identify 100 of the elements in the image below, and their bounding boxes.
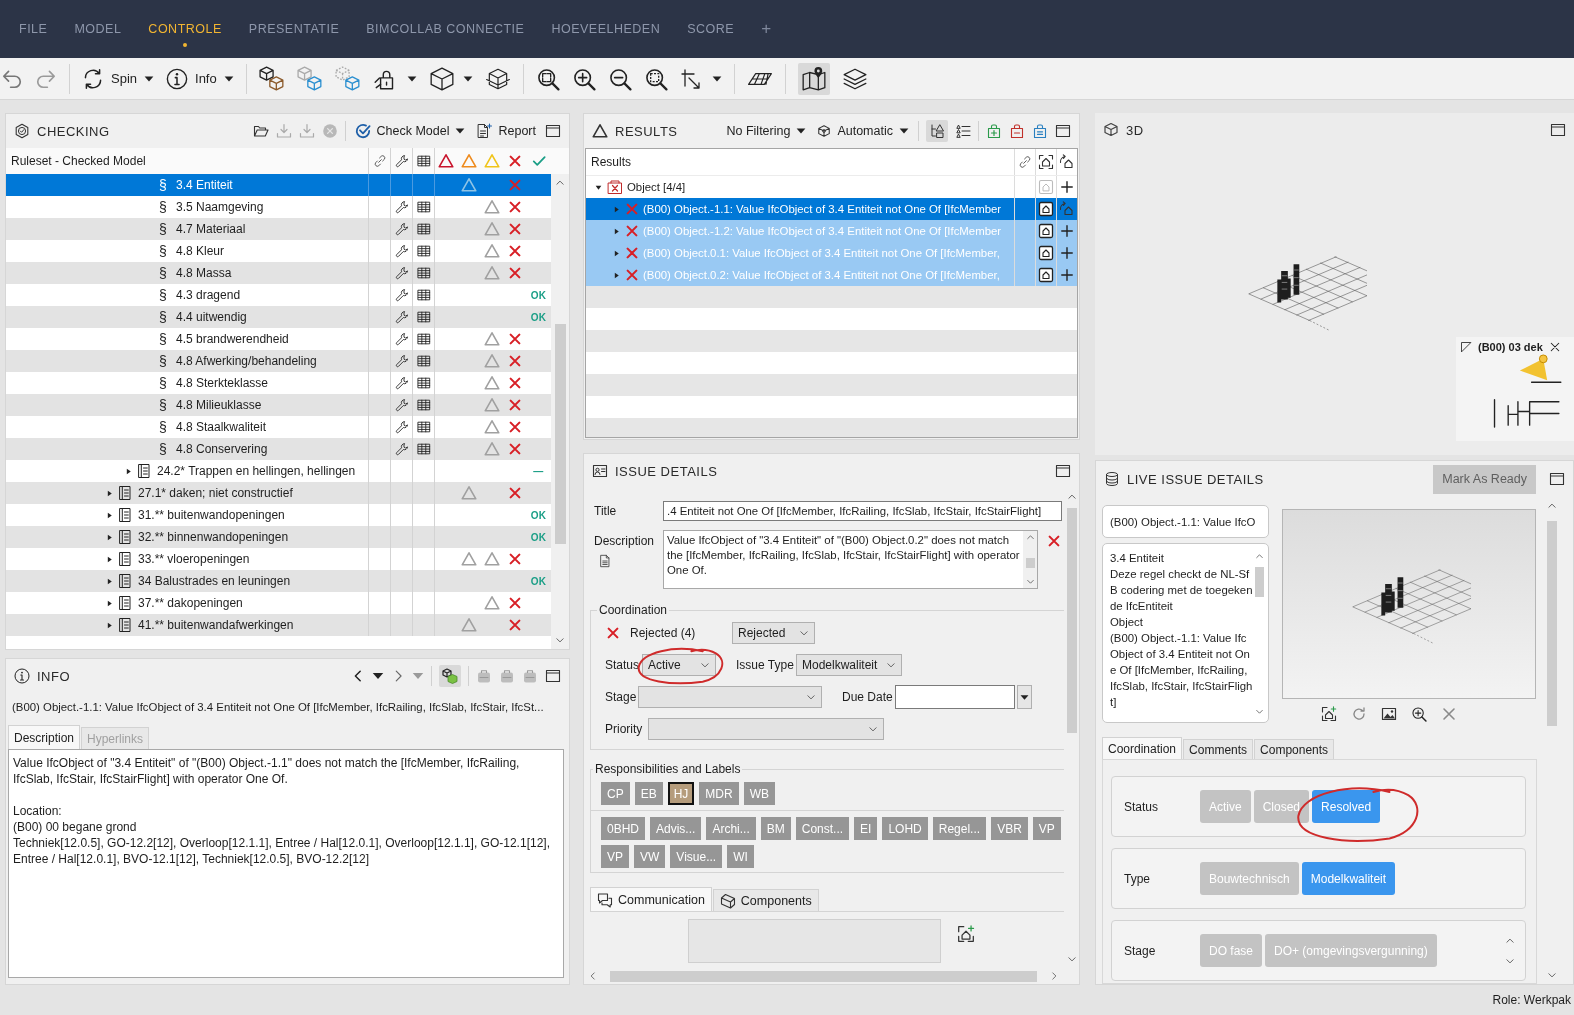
tab[interactable]: Communication <box>590 887 712 911</box>
table-icon[interactable] <box>416 222 431 236</box>
expand-arrow-icon[interactable] <box>612 226 621 236</box>
chevron-down-icon[interactable] <box>555 635 565 645</box>
title-field[interactable]: .4 Entiteit not One Of [IfcMember, IfcRailing, IfcSlab, IfcStair, IfcStairFlight] <box>663 501 1062 521</box>
chevron-right-icon[interactable] <box>1049 971 1059 981</box>
minimap[interactable]: (B00) 03 dek <box>1456 337 1574 441</box>
table-icon[interactable] <box>416 266 431 280</box>
filter-dropdown[interactable]: No Filtering <box>724 124 809 138</box>
cube-icon[interactable] <box>428 65 455 92</box>
table-icon[interactable] <box>416 398 431 412</box>
bag-plus-icon[interactable] <box>986 123 1002 139</box>
tree-row[interactable]: 27.1* daken; niet constructief <box>6 482 551 504</box>
wrench-icon[interactable] <box>394 222 409 236</box>
tree-row[interactable]: (B00) Object.-1.1: Value IfcObject of 3.4 Entiteit not One Of [IfcMember <box>586 198 1077 220</box>
table-icon[interactable] <box>416 332 431 346</box>
spin-button[interactable]: Spin <box>82 67 155 90</box>
table-icon[interactable] <box>416 200 431 214</box>
maximize-icon[interactable] <box>1550 122 1566 138</box>
link-icon[interactable] <box>372 154 387 168</box>
chevron-down-icon[interactable] <box>1254 707 1264 716</box>
maximize-icon[interactable] <box>1549 471 1565 487</box>
camera-plus-icon[interactable] <box>1321 706 1337 722</box>
camera-house-icon[interactable] <box>1038 154 1054 170</box>
wrench-icon[interactable] <box>394 354 409 368</box>
image-icon[interactable] <box>1381 706 1397 722</box>
menu-tab[interactable]: HOEVEELHEDEN <box>551 22 661 37</box>
menu-tab[interactable]: FILE <box>19 22 48 37</box>
tree-row[interactable]: § 4.8 Massa <box>6 262 551 284</box>
check-model-button[interactable]: Check Model <box>352 123 468 139</box>
zoom-selection-icon[interactable] <box>643 66 668 91</box>
wrench-icon[interactable] <box>394 200 409 214</box>
wrench-icon[interactable] <box>394 376 409 390</box>
table-icon[interactable] <box>416 244 431 258</box>
comment-field[interactable] <box>688 919 941 963</box>
issue-type-dropdown[interactable]: Modelkwaliteit <box>796 654 902 676</box>
cubes-icon[interactable] <box>439 665 461 687</box>
maximize-icon[interactable] <box>1055 123 1071 139</box>
table-icon[interactable] <box>416 310 431 324</box>
scrollbar[interactable] <box>551 174 569 649</box>
table-icon[interactable] <box>416 288 431 302</box>
tree-view-icon[interactable] <box>926 120 948 142</box>
add-tab-button[interactable]: + <box>761 22 772 36</box>
plus-icon[interactable] <box>1060 246 1074 260</box>
tree-row[interactable]: § 4.8 Milieuklasse <box>6 394 551 416</box>
description-field[interactable]: Value IfcObject of "3.4 Entiteit" of "(B00) Object.0.2" does not match the [IfcMember, IfcRailing, IfcSlab, IfcStair, IfcStairFlight] with operator One Of. <box>663 530 1038 589</box>
result-dropdown[interactable]: Rejected <box>732 622 815 644</box>
due-date-field[interactable] <box>895 685 1015 709</box>
zoom-fit-icon[interactable] <box>535 66 560 91</box>
tree-row[interactable]: 41.** buitenwandafwerkingen <box>6 614 551 636</box>
cubes-icon[interactable] <box>258 65 285 92</box>
link-icon[interactable] <box>1018 155 1032 169</box>
cross-icon[interactable] <box>507 154 522 168</box>
scrollbar-thumb[interactable] <box>1546 521 1557 726</box>
bag-equal-icon[interactable] <box>1032 123 1048 139</box>
zoom-out-icon[interactable] <box>607 66 632 91</box>
wrench-icon[interactable] <box>394 420 409 434</box>
tab[interactable]: Comments <box>1183 739 1254 759</box>
refresh-icon[interactable] <box>1351 706 1367 722</box>
tree-row[interactable]: § 4.8 Afwerking/behandeling <box>6 350 551 372</box>
scrollbar-thumb[interactable] <box>554 324 566 544</box>
chevron-down-icon[interactable] <box>1066 954 1077 964</box>
tree-row[interactable]: § 4.4 uitwendig OK <box>6 306 551 328</box>
table-icon[interactable] <box>416 442 431 456</box>
chevron-up-icon[interactable] <box>1546 501 1557 511</box>
wrench-icon[interactable] <box>394 288 409 302</box>
scrollbar-thumb[interactable] <box>1025 558 1035 568</box>
tab[interactable]: Coordination <box>1102 737 1183 759</box>
issue-title-field[interactable]: (B00) Object.-1.1: Value IfcO <box>1102 505 1269 538</box>
close-icon[interactable] <box>1548 341 1561 353</box>
plus-icon[interactable] <box>1060 224 1074 238</box>
table-icon[interactable] <box>416 376 431 390</box>
menu-tab[interactable]: PRESENTATIE <box>248 22 340 37</box>
plus-icon[interactable] <box>1060 268 1074 282</box>
triangle-icon[interactable] <box>438 153 454 169</box>
scrollbar-thumb[interactable] <box>610 970 1037 982</box>
chevron-down-icon[interactable] <box>1546 970 1557 980</box>
house-icon[interactable] <box>1038 201 1054 217</box>
house-icon[interactable] <box>1038 223 1054 239</box>
expand-arrow-icon[interactable] <box>612 270 621 280</box>
wrench-icon[interactable] <box>394 332 409 346</box>
tree-row[interactable]: § 3.4 Entiteit <box>6 174 551 196</box>
document-icon[interactable] <box>598 554 612 568</box>
scrollbar-thumb[interactable] <box>1254 567 1264 597</box>
maximize-icon[interactable] <box>545 123 561 139</box>
menu-tab[interactable]: SCORE <box>687 22 735 37</box>
chevron-up-icon[interactable] <box>1066 492 1077 502</box>
tab[interactable]: Components <box>1254 739 1335 759</box>
table-icon[interactable] <box>416 420 431 434</box>
house-icon[interactable] <box>1038 267 1054 283</box>
wrench-icon[interactable] <box>394 266 409 280</box>
tab[interactable]: Description <box>8 725 81 749</box>
zoom-in-icon[interactable] <box>571 66 596 91</box>
report-button[interactable]: Report <box>474 123 538 139</box>
tab[interactable]: Components <box>712 889 819 911</box>
menu-tab[interactable]: MODEL <box>74 22 122 37</box>
table-icon[interactable] <box>416 154 431 168</box>
tree-row[interactable]: § 4.7 Materiaal <box>6 218 551 240</box>
delete-icon[interactable] <box>1047 534 1061 548</box>
menu-tab[interactable]: CONTROLE <box>148 22 222 47</box>
